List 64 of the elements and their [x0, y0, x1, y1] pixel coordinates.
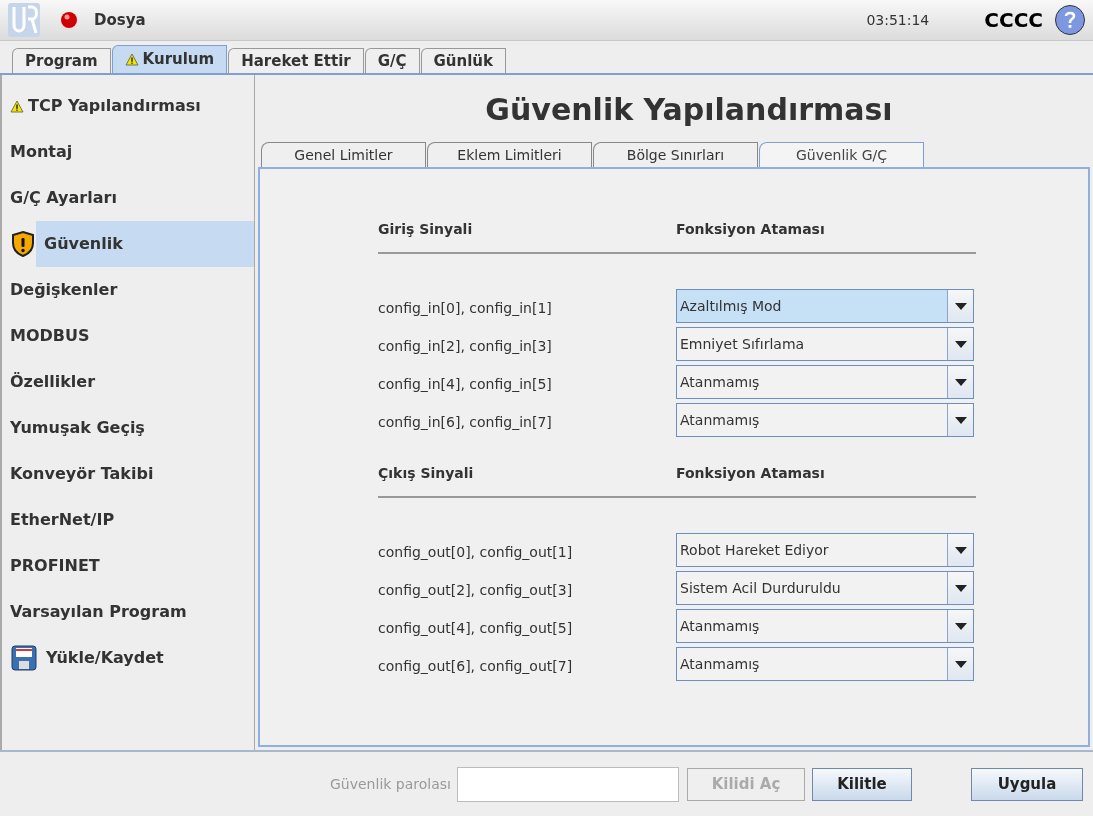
function-dropdown[interactable]: Atanmamış — [676, 365, 974, 399]
caret-down-icon — [954, 546, 967, 554]
caret-down-icon — [954, 660, 967, 668]
sidebar-item[interactable]: Güvenlik — [36, 221, 254, 267]
sub-tab[interactable]: Eklem Limitleri — [427, 142, 592, 167]
main-tab[interactable]: Hareket Ettir — [228, 48, 364, 73]
footer-button[interactable]: Kilitle — [811, 767, 912, 801]
sidebar-item[interactable]: Konveyör Takibi — [10, 451, 254, 497]
function-dropdown[interactable]: Emniyet Sıfırlama — [676, 327, 974, 361]
sidebar-item[interactable]: PROFINET — [10, 543, 254, 589]
sub-tab[interactable]: Güvenlik G/Ç — [759, 142, 924, 167]
file-menu[interactable]: Dosya — [94, 8, 146, 32]
signal-label: config_out[0], config_out[1] — [378, 542, 574, 562]
sidebar-item[interactable]: MODBUS — [10, 313, 254, 359]
caret-down-icon — [954, 416, 967, 424]
main-tab[interactable]: Program — [12, 48, 111, 73]
signal-label: config_in[0], config_in[1] — [378, 298, 553, 318]
function-dropdown[interactable]: Sistem Acil Durduruldu — [676, 571, 974, 605]
help-button[interactable] — [1055, 5, 1085, 35]
function-dropdown[interactable]: Azaltılmış Mod — [676, 289, 974, 323]
question-mark-icon — [1064, 11, 1076, 29]
column-header: Giriş Sinyali — [378, 220, 474, 239]
column-header: Fonksiyon Ataması — [676, 220, 825, 239]
clock: 03:51:14 — [866, 10, 930, 30]
function-dropdown[interactable]: Atanmamış — [676, 609, 974, 643]
function-dropdown[interactable]: Robot Hareket Ediyor — [676, 533, 974, 567]
sidebar-item[interactable]: TCP Yapılandırması — [24, 83, 254, 129]
sidebar-item[interactable]: EtherNet/IP — [10, 497, 254, 543]
sidebar-item[interactable]: Yumuşak Geçiş — [10, 405, 254, 451]
column-header: Fonksiyon Ataması — [676, 464, 825, 483]
column-header: Çıkış Sinyali — [378, 464, 475, 483]
function-dropdown[interactable]: Atanmamış — [676, 647, 974, 681]
caret-down-icon — [954, 584, 967, 592]
caret-down-icon — [954, 378, 967, 386]
signal-label: config_out[4], config_out[5] — [378, 618, 574, 638]
sidebar-item[interactable]: G/Ç Ayarları — [10, 175, 254, 221]
sub-tab[interactable]: Bölge Sınırları — [593, 142, 758, 167]
page-title: Güvenlik Yapılandırması — [484, 91, 894, 129]
caret-down-icon — [954, 622, 967, 630]
caret-down-icon — [954, 340, 967, 348]
footer-button[interactable]: Uygula — [971, 767, 1083, 801]
sidebar-item[interactable]: Özellikler — [10, 359, 254, 405]
main-tab[interactable]: Günlük — [420, 48, 506, 73]
caret-down-icon — [954, 302, 967, 310]
signal-label: config_in[4], config_in[5] — [378, 374, 553, 394]
signal-label: config_out[2], config_out[3] — [378, 580, 574, 600]
status-light-icon — [60, 11, 78, 29]
main-tab[interactable]: Kurulum — [111, 45, 228, 73]
sub-tab[interactable]: Genel Limitler — [261, 142, 426, 167]
shield-exclamation-icon — [10, 230, 36, 258]
password-label: Güvenlik parolası — [330, 774, 451, 794]
sidebar-item[interactable]: Değişkenler — [10, 267, 254, 313]
signal-label: config_in[6], config_in[7] — [378, 412, 553, 432]
password-field[interactable] — [456, 766, 679, 802]
warning-icon — [10, 99, 24, 113]
sidebar-item[interactable]: Varsayılan Program — [10, 589, 254, 635]
sidebar-item[interactable]: Yükle/Kaydet — [38, 635, 254, 681]
signal-label: config_out[6], config_out[7] — [378, 656, 574, 676]
robot-name: CCCC — [984, 7, 1043, 34]
function-dropdown[interactable]: Atanmamış — [676, 403, 974, 437]
sidebar-item[interactable]: Montaj — [10, 129, 254, 175]
main-tab[interactable]: G/Ç — [364, 48, 420, 73]
logo-icon — [8, 3, 40, 37]
signal-label: config_in[2], config_in[3] — [378, 336, 553, 356]
